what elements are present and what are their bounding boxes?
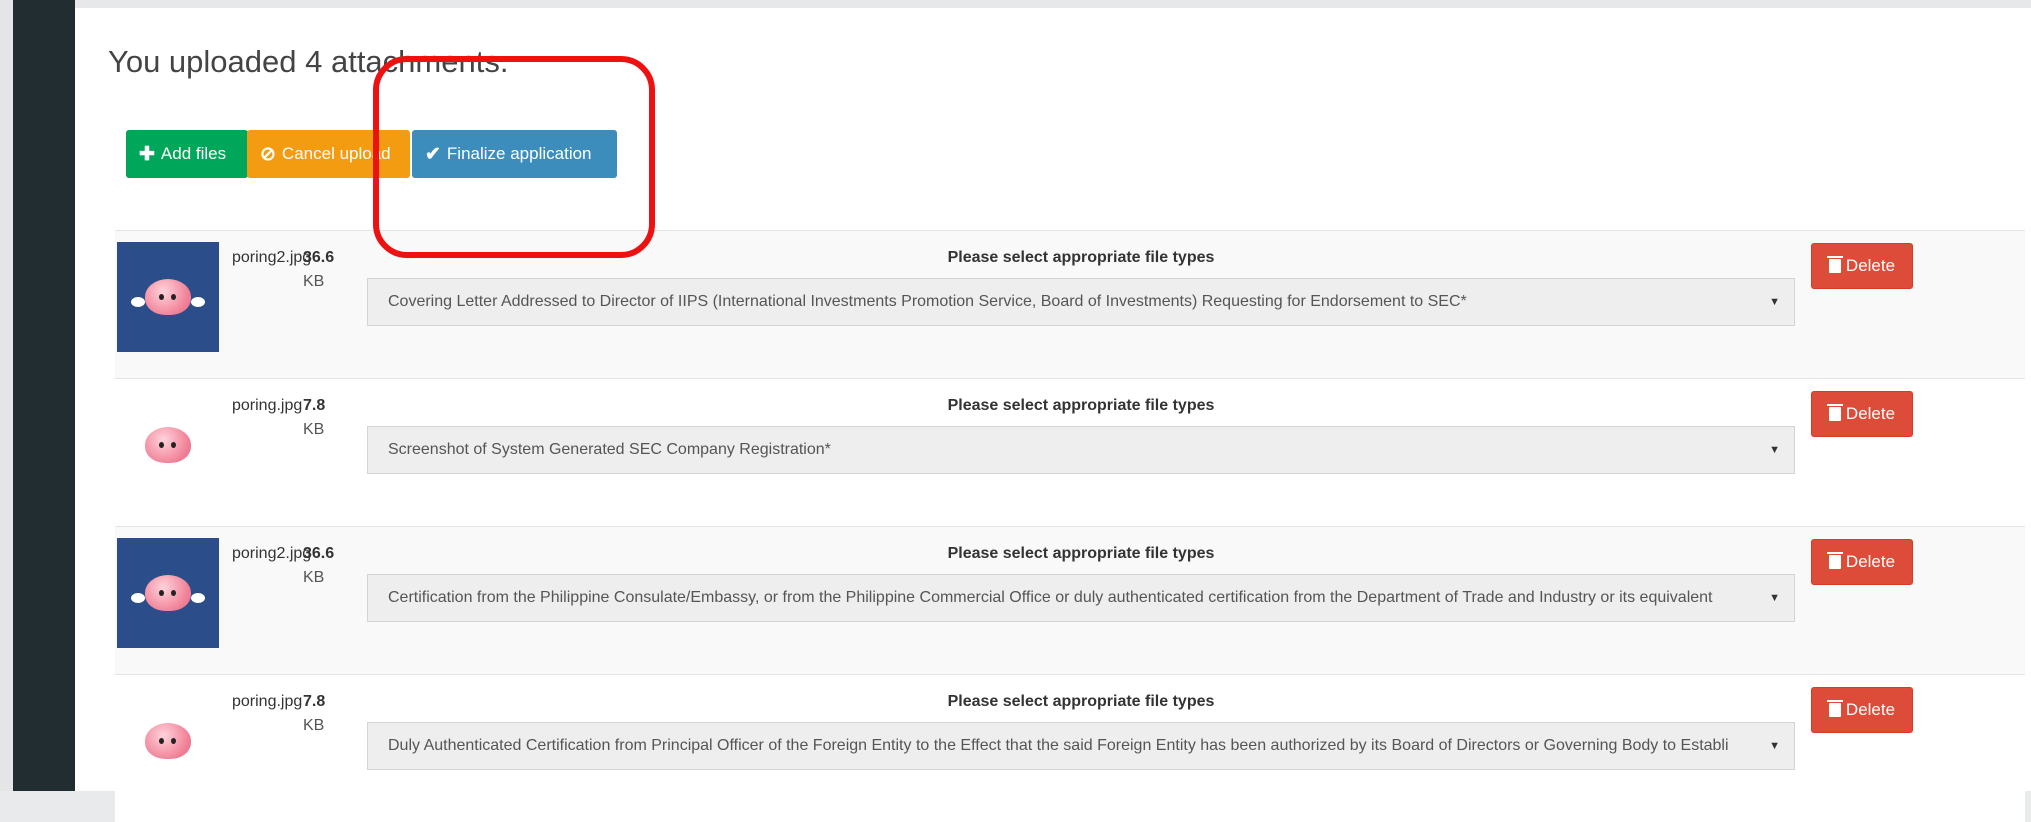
poring-icon: [145, 427, 191, 463]
file-type-select[interactable]: Certification from the Philippine Consul…: [367, 574, 1795, 622]
file-type-label: Please select appropriate file types: [947, 249, 1215, 266]
add-files-label: Add files: [160, 144, 227, 163]
caret-down-icon: ▼: [1769, 592, 1780, 604]
finalize-application-label: Finalize application: [446, 144, 592, 163]
file-size-unit: KB: [303, 569, 325, 586]
poring-icon: [145, 723, 191, 759]
add-files-button[interactable]: ✚ Add files: [126, 130, 248, 178]
file-type-select[interactable]: Screenshot of System Generated SEC Compa…: [367, 426, 1795, 474]
ban-icon: ⊘: [260, 143, 276, 165]
upload-panel: You uploaded 4 attachments. ✚ Add files …: [75, 8, 2031, 822]
poring-angel-icon: [131, 279, 205, 315]
file-size-unit: KB: [303, 717, 325, 734]
file-size-unit: KB: [303, 421, 325, 438]
delete-button[interactable]: Delete: [1811, 391, 1913, 437]
file-type-select[interactable]: Covering Letter Addressed to Director of…: [367, 278, 1795, 326]
file-type-label: Please select appropriate file types: [947, 545, 1215, 562]
file-type-selected: Covering Letter Addressed to Director of…: [388, 293, 1467, 310]
caret-down-icon: ▼: [1769, 296, 1780, 308]
file-name: poring2.jpg: [232, 545, 312, 562]
left-margin: [0, 0, 13, 791]
plus-icon: ✚: [139, 143, 155, 165]
attachment-row: poring.jpg 7.8 KB Please select appropri…: [115, 378, 2025, 526]
upload-summary-heading: You uploaded 4 attachments.: [108, 44, 509, 79]
check-icon: ✔: [425, 143, 441, 165]
delete-button[interactable]: Delete: [1811, 539, 1913, 585]
delete-label: Delete: [1845, 552, 1896, 571]
file-name: poring.jpg: [232, 693, 303, 710]
attachment-row: poring2.jpg 36.6 KB Please select approp…: [115, 526, 2025, 674]
file-name: poring.jpg: [232, 397, 303, 414]
trash-icon: [1826, 700, 1843, 717]
file-type-label: Please select appropriate file types: [947, 693, 1215, 710]
delete-button[interactable]: Delete: [1811, 243, 1913, 289]
side-navigation-bar: [13, 0, 75, 791]
trash-icon: [1826, 552, 1843, 569]
top-border: [75, 0, 2031, 8]
file-size: 36.6: [303, 249, 335, 266]
poring-angel-icon: [131, 575, 205, 611]
file-name: poring2.jpg: [232, 249, 312, 266]
trash-icon: [1826, 404, 1843, 421]
thumbnail-image: [117, 686, 219, 796]
caret-down-icon: ▼: [1769, 740, 1780, 752]
file-size: 7.8: [303, 693, 326, 710]
file-size: 36.6: [303, 545, 335, 562]
thumbnail-image: [117, 538, 219, 648]
delete-label: Delete: [1845, 700, 1896, 719]
thumbnail-image: [117, 390, 219, 500]
delete-button[interactable]: Delete: [1811, 687, 1913, 733]
cancel-upload-label: Cancel upload: [281, 144, 391, 163]
file-type-label: Please select appropriate file types: [947, 397, 1215, 414]
delete-label: Delete: [1845, 404, 1896, 423]
attachment-row: poring2.jpg 36.6 KB Please select approp…: [115, 230, 2025, 378]
file-size: 7.8: [303, 397, 326, 414]
delete-label: Delete: [1845, 256, 1896, 275]
thumbnail-image: [117, 242, 219, 352]
cancel-upload-button[interactable]: ⊘ Cancel upload: [247, 130, 410, 178]
file-type-selected: Screenshot of System Generated SEC Compa…: [388, 441, 831, 458]
file-type-selected: Certification from the Philippine Consul…: [388, 589, 1713, 606]
finalize-application-button[interactable]: ✔ Finalize application: [412, 130, 617, 178]
attachment-row: poring.jpg 7.8 KB Please select appropri…: [115, 674, 2025, 822]
trash-icon: [1826, 256, 1843, 273]
file-type-selected: Duly Authenticated Certification from Pr…: [388, 737, 1729, 754]
file-type-select[interactable]: Duly Authenticated Certification from Pr…: [367, 722, 1795, 770]
file-size-unit: KB: [303, 273, 325, 290]
caret-down-icon: ▼: [1769, 444, 1780, 456]
